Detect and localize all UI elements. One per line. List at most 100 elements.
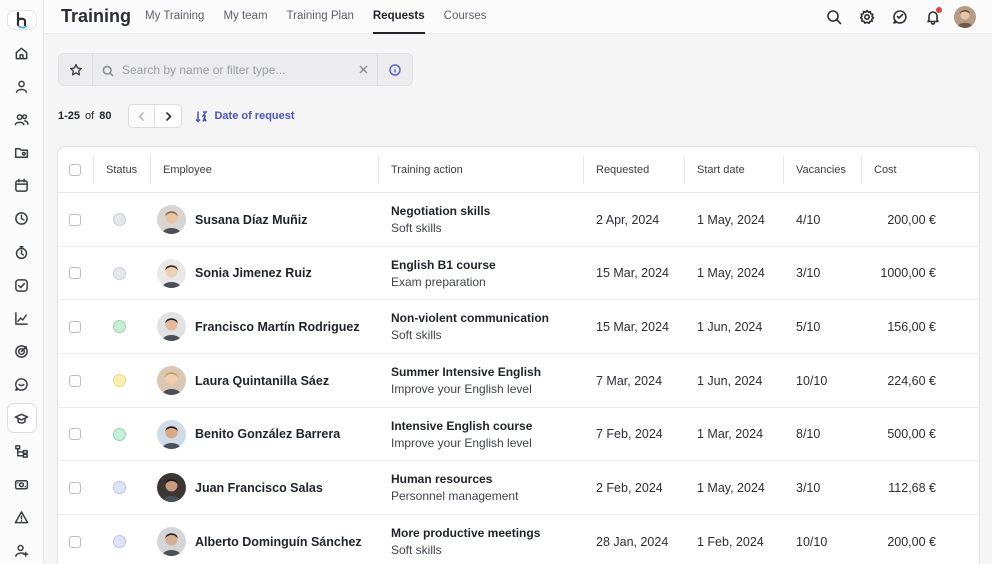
requests-table: Status Employee Training action Requeste… [57, 146, 980, 564]
training-action-title: Human resources [391, 472, 493, 487]
row-checkbox[interactable] [69, 300, 81, 353]
employee-name: Alberto Dominguín Sánchez [195, 534, 362, 549]
search-button[interactable] [822, 5, 846, 29]
next-page-button[interactable] [155, 104, 183, 128]
employee-cell[interactable]: Benito González Barrera [157, 408, 340, 461]
column-header-start-date[interactable]: Start date [697, 147, 745, 193]
page-range: 1-25 [58, 110, 81, 122]
tab-courses[interactable]: Courses [444, 0, 487, 34]
tab-training-plan[interactable]: Training Plan [287, 0, 354, 34]
avatar [157, 419, 186, 449]
sidebar-item-people[interactable] [7, 104, 37, 134]
notifications-button[interactable] [921, 5, 945, 29]
row-checkbox[interactable] [69, 461, 81, 514]
sidebar-item-clock[interactable] [7, 204, 37, 234]
column-header-status[interactable]: Status [106, 147, 137, 193]
employee-cell[interactable]: Susana Díaz Muñiz [157, 193, 308, 246]
money-icon [14, 479, 29, 490]
sidebar-item-calendar[interactable] [7, 171, 37, 201]
row-checkbox[interactable] [69, 354, 81, 407]
table-row[interactable]: Francisco Martín Rodriguez Non-violent co… [58, 300, 979, 355]
sidebar-item-graduation-cap[interactable] [6, 403, 37, 434]
table-row[interactable]: Juan Francisco Salas Human resources Perso… [58, 461, 979, 516]
tab-requests[interactable]: Requests [372, 0, 425, 34]
table-row[interactable]: Sonia Jimenez Ruiz English B1 course Exam … [58, 247, 979, 301]
training-action-cell: More productive meetings Soft skills [391, 515, 540, 564]
employee-name: Benito González Barrera [195, 427, 341, 442]
status-indicator [113, 515, 126, 564]
vacancies: 8/10 [796, 427, 821, 442]
favorite-filter-button[interactable] [59, 54, 93, 85]
search-icon [827, 10, 842, 25]
training-action-category: Personnel management [391, 489, 519, 504]
employee-cell[interactable]: Laura Quintanilla Sáez [157, 354, 329, 407]
cost: 500,00 € [887, 427, 936, 442]
table-row[interactable]: Alberto Dominguín Sánchez More productive… [58, 515, 979, 564]
graduation-cap-icon [14, 413, 29, 424]
tab-my-team[interactable]: My team [223, 0, 267, 34]
employee-cell[interactable]: Alberto Dominguín Sánchez [157, 515, 362, 564]
table-row[interactable]: Laura Quintanilla Sáez Summer Intensive E… [58, 354, 979, 408]
clear-search-button[interactable] [356, 63, 370, 77]
cost: 1000,00 € [880, 266, 936, 281]
start-date: 1 Jun, 2024 [697, 319, 763, 334]
column-header-training-action[interactable]: Training action [391, 147, 463, 193]
training-action-cell: Intensive English course Improve your Eng… [391, 408, 532, 461]
column-header-vacancies[interactable]: Vacancies [796, 147, 846, 193]
sidebar-item-org-chart[interactable] [7, 436, 37, 466]
column-header-cost[interactable]: Cost [874, 147, 897, 193]
search-input[interactable] [122, 62, 352, 77]
top-header: Training My Training My team Training Plan… [44, 0, 992, 34]
select-all-checkbox[interactable] [69, 164, 81, 176]
employee-cell[interactable]: Juan Francisco Salas [157, 461, 323, 514]
employee-cell[interactable]: Sonia Jimenez Ruiz [157, 247, 312, 300]
employee-name: Laura Quintanilla Sáez [195, 373, 330, 388]
user-avatar[interactable] [954, 6, 976, 28]
table-row[interactable]: Susana Díaz Muñiz Negotiation skills Soft … [58, 193, 979, 247]
page-buttons [128, 104, 183, 128]
vacancies: 4/10 [796, 212, 821, 227]
sidebar-item-target[interactable] [7, 337, 37, 367]
sort-button[interactable]: Date of request [195, 110, 295, 123]
sidebar-item-money[interactable] [7, 469, 37, 499]
sidebar-item-checkbox[interactable] [7, 270, 37, 300]
start-date: 1 May, 2024 [697, 480, 765, 495]
table-row[interactable]: Benito González Barrera Intensive English… [58, 408, 979, 462]
search-info-button[interactable] [377, 54, 411, 85]
training-action-category: Improve your English level [391, 435, 532, 450]
sidebar-item-home[interactable] [7, 38, 37, 68]
avatar [157, 366, 186, 396]
sidebar-item-alert[interactable] [7, 503, 37, 533]
training-action-category: Soft skills [391, 328, 442, 343]
sidebar-item-person[interactable] [7, 71, 37, 101]
alert-icon [14, 511, 29, 524]
table-header: Status Employee Training action Requeste… [58, 147, 979, 193]
tab-my-training[interactable]: My Training [145, 0, 204, 34]
column-header-requested[interactable]: Requested [596, 147, 649, 193]
home-icon [15, 47, 28, 59]
row-checkbox[interactable] [69, 408, 81, 461]
requested-date: 2 Apr, 2024 [596, 212, 660, 227]
sidebar-item-timer[interactable] [7, 237, 37, 267]
sidebar-item-chart[interactable] [7, 304, 37, 334]
column-divider [150, 156, 151, 184]
settings-button[interactable] [855, 5, 879, 29]
row-checkbox[interactable] [69, 515, 81, 564]
sidebar-item-user-add[interactable] [7, 536, 37, 564]
app-logo[interactable] [6, 10, 37, 30]
row-checkbox[interactable] [69, 193, 81, 246]
start-date: 1 Mar, 2024 [697, 427, 764, 442]
training-action-category: Soft skills [391, 543, 442, 558]
requested-date: 15 Mar, 2024 [596, 266, 669, 281]
employee-cell[interactable]: Francisco Martín Rodriguez [157, 300, 360, 353]
training-action-category: Improve your English level [391, 382, 532, 397]
chat-button[interactable] [888, 5, 912, 29]
vacancies: 10/10 [796, 534, 828, 549]
requested-date: 15 Mar, 2024 [596, 319, 669, 334]
sidebar-item-chat[interactable] [7, 370, 37, 400]
row-checkbox[interactable] [69, 247, 81, 300]
column-header-employee[interactable]: Employee [163, 147, 212, 193]
sidebar-item-folder[interactable] [7, 138, 37, 168]
cost: 112,68 € [888, 480, 936, 495]
previous-page-button[interactable] [128, 104, 156, 128]
